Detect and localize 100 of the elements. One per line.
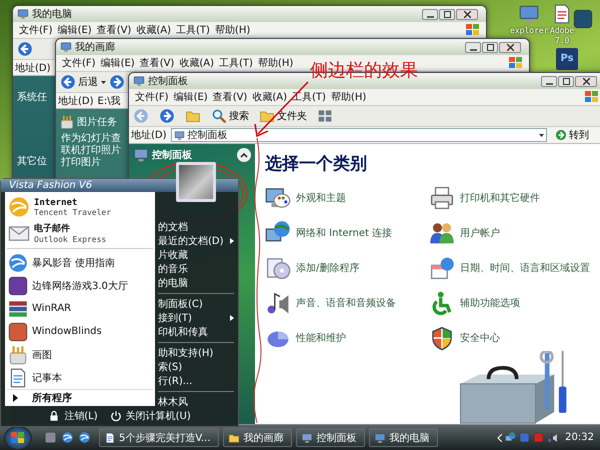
address-field[interactable]: E:\我 bbox=[98, 94, 121, 108]
menu-item[interactable]: 收藏(A) bbox=[252, 90, 287, 104]
go-icon bbox=[555, 129, 567, 141]
windows-logo-icon bbox=[509, 57, 523, 69]
start-menu-item[interactable]: WindowBlinds bbox=[7, 320, 153, 343]
start-menu-item[interactable]: 画图 bbox=[7, 343, 153, 366]
taskbar-button[interactable]: 我的画廊 bbox=[223, 428, 292, 447]
category-link[interactable]: 辅助功能选项 bbox=[429, 290, 597, 316]
menu-item[interactable]: 帮助(H) bbox=[330, 90, 366, 104]
start-menu-item[interactable]: 电子邮件 Outlook Express bbox=[7, 220, 153, 246]
window-title: 我的电脑 bbox=[32, 8, 72, 21]
all-programs-button[interactable]: 所有程序 bbox=[7, 389, 153, 406]
start-menu-item[interactable]: 的文档 bbox=[158, 220, 234, 234]
close-button[interactable] bbox=[575, 76, 597, 86]
arrow-icon bbox=[13, 394, 18, 402]
maximize-icon bbox=[562, 78, 570, 84]
start-menu-item[interactable]: 边锋网络游戏3.0大厅 bbox=[7, 274, 153, 297]
taskbar-button[interactable]: 控制面板 bbox=[296, 428, 366, 447]
category-link[interactable]: 打印机和其它硬件 bbox=[429, 185, 597, 211]
back-icon bbox=[60, 74, 76, 90]
views-icon bbox=[317, 108, 333, 124]
views-button[interactable] bbox=[317, 108, 333, 124]
address-label: 地址(D) bbox=[58, 94, 94, 108]
menu-item[interactable]: 工具(T) bbox=[176, 23, 210, 37]
menu-item[interactable]: 工具(T) bbox=[219, 56, 253, 70]
go-button[interactable]: 转到 bbox=[551, 128, 600, 142]
start-menu-item[interactable]: 索(S) bbox=[158, 360, 234, 374]
tray-icon bbox=[519, 432, 530, 443]
category-link[interactable]: 用户帐户 bbox=[429, 220, 597, 246]
chevron-up-icon bbox=[240, 152, 248, 158]
speaker-icon bbox=[547, 432, 558, 443]
close-button[interactable] bbox=[499, 42, 521, 52]
address-label: 地址(D) bbox=[15, 62, 51, 74]
start-menu-item[interactable]: 印机和传真 bbox=[158, 325, 234, 339]
menu-item[interactable]: 帮助(H) bbox=[258, 56, 294, 70]
category-link[interactable]: 外观和主题 bbox=[265, 185, 425, 211]
start-menu-item[interactable]: 助和支持(H) bbox=[158, 346, 234, 360]
disc-box-icon bbox=[265, 255, 291, 281]
maximize-button[interactable] bbox=[558, 76, 574, 86]
category-link[interactable]: 网络和 Internet 连接 bbox=[265, 220, 425, 246]
windows-logo-icon bbox=[585, 91, 599, 103]
taskbar-button[interactable]: 5个步骤完美打造V... bbox=[99, 428, 220, 447]
computer-icon bbox=[60, 41, 72, 53]
taskbar-button[interactable]: 我的电脑 bbox=[369, 428, 438, 447]
log-off-button[interactable]: 注销(L) bbox=[48, 409, 98, 423]
menu-item[interactable]: 文件(F) bbox=[62, 56, 96, 70]
app-icon[interactable]: Ps bbox=[556, 48, 578, 70]
shutdown-button[interactable]: 关闭计算机(U) bbox=[110, 409, 191, 423]
start-menu-item[interactable]: 记事本 bbox=[7, 366, 153, 389]
menu-item[interactable]: 编辑(E) bbox=[174, 90, 208, 104]
start-menu-item[interactable]: 行(R)... bbox=[158, 374, 234, 388]
category-link[interactable]: 日期、时间、语言和区域设置 bbox=[429, 255, 597, 281]
close-icon bbox=[582, 78, 590, 84]
start-menu-item[interactable]: 林木风 bbox=[158, 395, 234, 409]
start-menu-item[interactable]: WinRAR bbox=[7, 297, 153, 320]
power-icon bbox=[110, 410, 122, 422]
search-button[interactable]: 搜索 bbox=[211, 108, 249, 124]
start-menu-item[interactable]: Internet Tencent Traveler bbox=[7, 194, 153, 220]
category-link[interactable]: 添加/删除程序 bbox=[265, 255, 425, 281]
start-button[interactable] bbox=[4, 426, 32, 450]
sidebar-link[interactable]: 打印图片 bbox=[59, 157, 101, 169]
minimize-button[interactable] bbox=[541, 76, 557, 86]
menu-item[interactable]: 收藏(A) bbox=[179, 56, 214, 70]
sidebar-link[interactable]: 作为幻灯片查 bbox=[59, 133, 121, 145]
menu-item[interactable]: 文件(F) bbox=[19, 23, 53, 37]
menu-item[interactable]: 帮助(H) bbox=[214, 23, 250, 37]
maximize-button[interactable] bbox=[482, 42, 498, 52]
sidebar-link[interactable]: 联机打印照片 bbox=[59, 145, 121, 157]
start-menu-item[interactable]: 最近的文档(D) bbox=[158, 234, 234, 248]
minimize-button[interactable] bbox=[465, 42, 481, 52]
address-field[interactable]: 控制面板 bbox=[170, 128, 547, 142]
menu-item[interactable]: 查看(V) bbox=[212, 90, 248, 104]
menu-item[interactable]: 编辑(E) bbox=[100, 56, 135, 70]
menu-item[interactable]: 收藏(A) bbox=[136, 23, 171, 37]
start-menu-item[interactable]: 制面板(C) bbox=[158, 297, 234, 311]
forward-icon bbox=[109, 74, 125, 90]
forward-button[interactable] bbox=[159, 108, 175, 124]
start-menu-item[interactable]: 暴风影音 使用指南 bbox=[7, 251, 153, 274]
category-link[interactable]: 性能和维护 bbox=[265, 325, 425, 351]
maximize-button[interactable] bbox=[439, 8, 455, 20]
menu-item[interactable]: 查看(V) bbox=[140, 56, 174, 70]
start-menu-item[interactable]: 片收藏 bbox=[158, 248, 234, 262]
close-button[interactable] bbox=[456, 8, 478, 20]
start-menu-item[interactable]: 的电脑 bbox=[158, 276, 234, 290]
minimize-button[interactable] bbox=[422, 8, 438, 20]
address-label: 地址(D) bbox=[131, 128, 167, 142]
printer-icon bbox=[429, 185, 455, 211]
computer-icon bbox=[17, 8, 29, 20]
start-menu-item[interactable]: 的音乐 bbox=[158, 262, 234, 276]
menu-item[interactable]: 编辑(E) bbox=[58, 23, 92, 37]
category-link[interactable]: 声音、语音和音频设备 bbox=[265, 290, 425, 316]
menu-item[interactable]: 文件(F) bbox=[135, 90, 169, 104]
category-link[interactable]: 安全中心 bbox=[429, 325, 597, 351]
start-menu-item[interactable]: 接到(T) bbox=[158, 311, 234, 325]
back-button[interactable]: 后退 bbox=[60, 74, 98, 90]
collapse-button[interactable] bbox=[237, 148, 251, 162]
back-icon bbox=[17, 41, 33, 57]
folders-button[interactable]: 文件夹 bbox=[259, 108, 307, 124]
menu-item[interactable]: 查看(V) bbox=[96, 23, 132, 37]
computer-icon bbox=[518, 3, 540, 25]
